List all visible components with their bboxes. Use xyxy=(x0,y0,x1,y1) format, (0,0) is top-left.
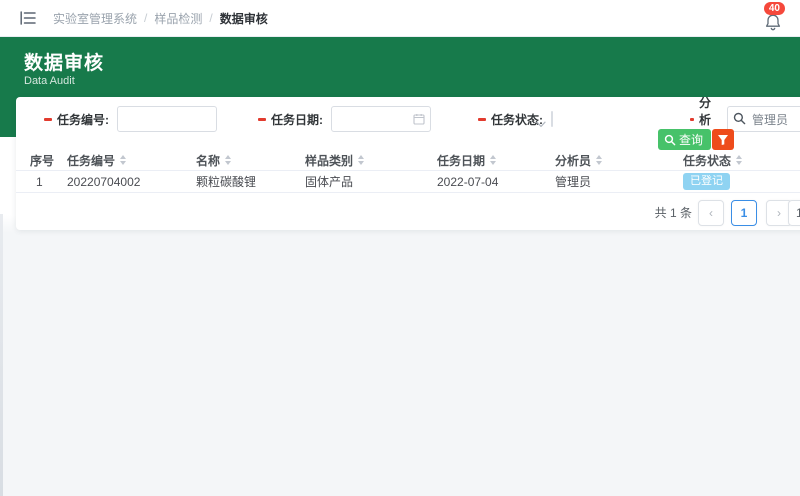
cell-category: 固体产品 xyxy=(305,173,437,190)
pagination-total: 共 1 条 xyxy=(632,200,692,226)
task-status-label: 任务状态: xyxy=(491,111,543,128)
task-no-input[interactable] xyxy=(117,106,217,132)
search-icon xyxy=(733,112,746,125)
col-header-analyst: 分析员 xyxy=(555,152,683,169)
col-header-label: 任务编号 xyxy=(67,152,115,169)
col-header-task-no: 任务编号 xyxy=(67,152,196,169)
filter-task-date: 任务日期: xyxy=(258,106,431,132)
breadcrumb-system[interactable]: 实验室管理系统 xyxy=(53,10,137,27)
col-header-date: 任务日期 xyxy=(437,152,555,169)
filter-button[interactable] xyxy=(712,129,734,150)
notification-bell[interactable]: 40 xyxy=(764,10,786,32)
search-icon xyxy=(664,134,676,146)
top-bar: 实验室管理系统 / 样品检测 / 数据审核 40 xyxy=(0,0,800,37)
status-badge: 已登记 xyxy=(683,173,730,190)
breadcrumb-sample-testing[interactable]: 样品检测 xyxy=(154,10,202,27)
sort-icon[interactable] xyxy=(736,155,742,165)
sidebar-collapse-icon[interactable] xyxy=(20,11,36,25)
task-date-input[interactable] xyxy=(331,106,431,132)
funnel-icon xyxy=(717,134,729,146)
filter-task-status: 任务状态: xyxy=(478,106,553,132)
required-mark-icon xyxy=(44,118,52,121)
left-edge-strip xyxy=(0,214,3,496)
breadcrumb-data-audit: 数据审核 xyxy=(220,10,268,27)
col-header-name: 名称 xyxy=(196,152,305,169)
bell-icon xyxy=(764,13,782,32)
data-audit-card: 任务编号: 任务日期: 任务状态: xyxy=(16,97,800,230)
cell-date: 2022-07-04 xyxy=(437,175,555,189)
breadcrumb-separator: / xyxy=(209,11,212,25)
sort-icon[interactable] xyxy=(358,155,364,165)
query-button[interactable]: 查询 xyxy=(658,129,711,150)
table-row[interactable]: 1 20220704002 颗粒碳酸锂 固体产品 2022-07-04 管理员 … xyxy=(16,171,800,193)
required-mark-icon xyxy=(478,118,486,121)
table-header-row: 序号 任务编号 名称 样品类别 任务日期 分析员 任务状态 xyxy=(16,150,800,170)
cell-analyst: 管理员 xyxy=(555,173,683,190)
col-header-label: 任务日期 xyxy=(437,152,485,169)
col-header-label: 序号 xyxy=(30,152,54,169)
sort-icon[interactable] xyxy=(225,155,231,165)
task-no-label: 任务编号: xyxy=(57,111,109,128)
page-title: 数据审核 xyxy=(24,48,104,75)
breadcrumb-separator: / xyxy=(144,11,147,25)
col-header-status: 任务状态 xyxy=(683,152,800,169)
required-mark-icon xyxy=(258,118,266,121)
col-header-label: 样品类别 xyxy=(305,152,353,169)
col-header-label: 分析员 xyxy=(555,152,591,169)
required-mark-icon xyxy=(690,118,694,121)
sort-icon[interactable] xyxy=(120,155,126,165)
col-header-label: 任务状态 xyxy=(683,152,731,169)
col-header-category: 样品类别 xyxy=(305,152,437,169)
pagination-prev-button[interactable]: ‹ xyxy=(698,200,724,226)
filter-task-no: 任务编号: xyxy=(44,106,217,132)
sort-icon[interactable] xyxy=(596,155,602,165)
sort-icon[interactable] xyxy=(490,155,496,165)
cell-task-no: 20220704002 xyxy=(67,175,196,189)
notification-count-badge: 40 xyxy=(764,2,785,15)
cell-index: 1 xyxy=(30,175,67,189)
breadcrumb: 实验室管理系统 / 样品检测 / 数据审核 xyxy=(53,10,268,27)
col-header-label: 名称 xyxy=(196,152,220,169)
cell-name: 颗粒碳酸锂 xyxy=(196,173,305,190)
page-subtitle: Data Audit xyxy=(24,75,75,87)
query-button-label: 查询 xyxy=(679,131,703,148)
task-status-select[interactable] xyxy=(551,112,553,126)
task-date-label: 任务日期: xyxy=(271,111,323,128)
cell-status: 已登记 xyxy=(683,173,800,190)
col-header-index: 序号 xyxy=(30,152,67,169)
pagination-page-1[interactable]: 1 xyxy=(731,200,757,226)
pagination-page-size-select[interactable]: 10 xyxy=(788,200,800,226)
